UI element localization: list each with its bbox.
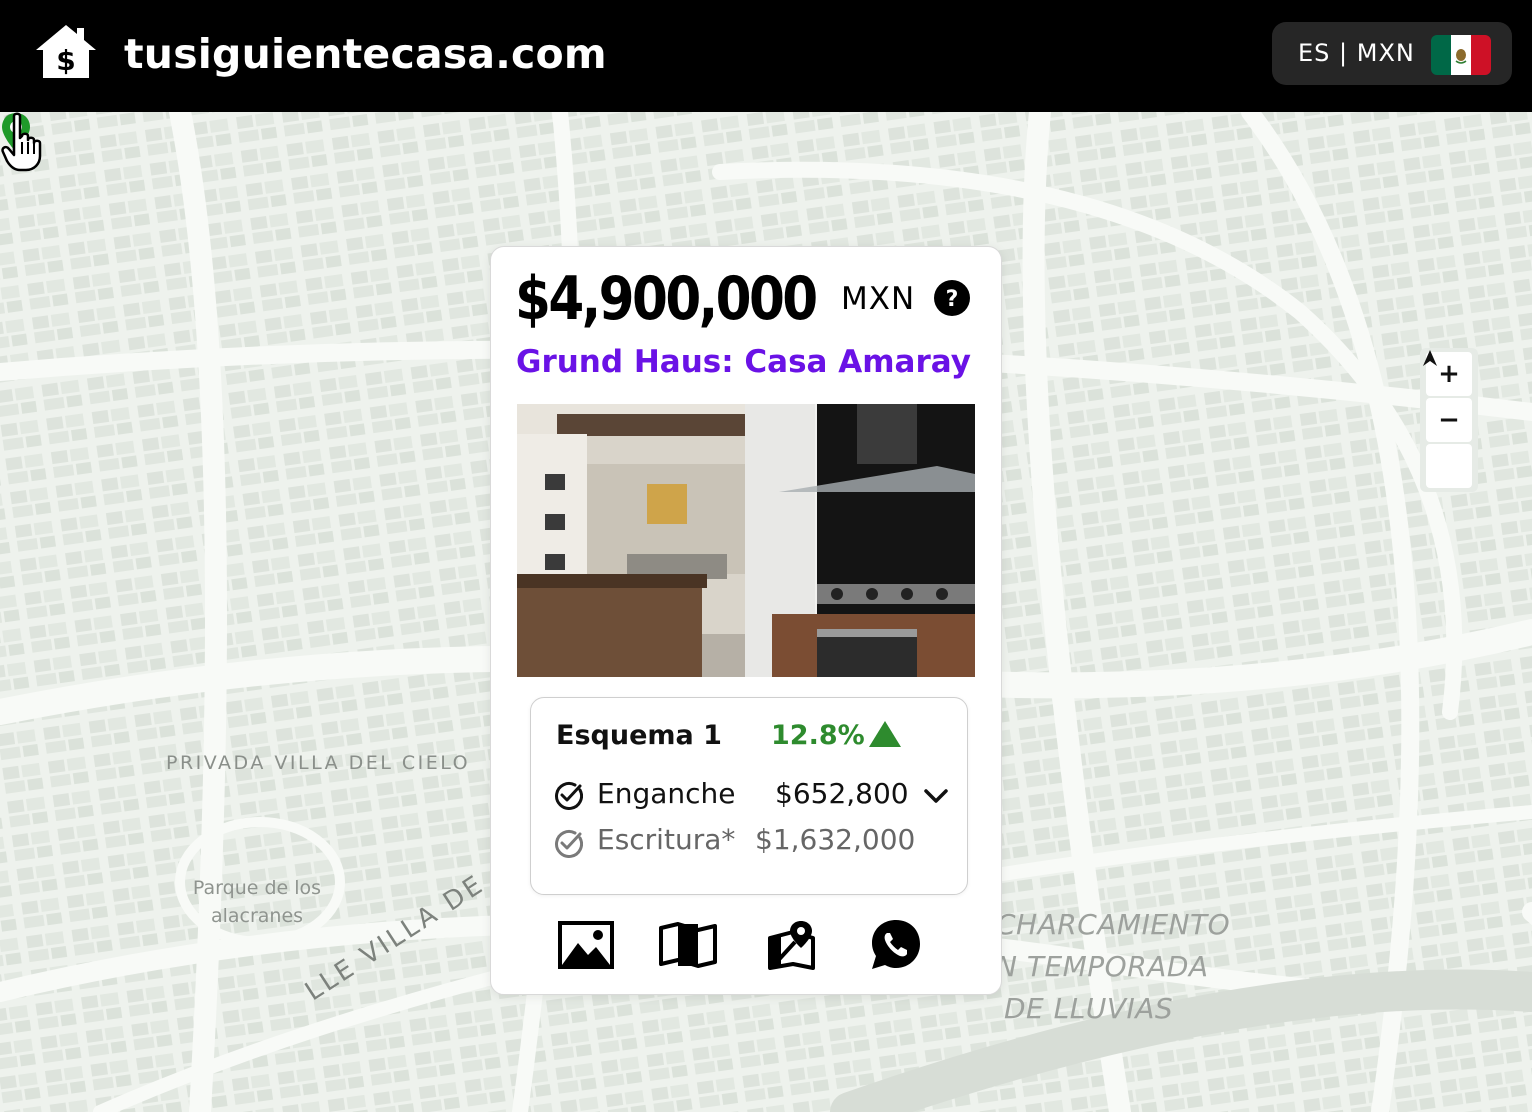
event-label: CHARCAMIENTO N TEMPORADA DE LLUVIAS (996, 908, 1231, 1025)
zoom-out-button[interactable]: − (1426, 398, 1472, 442)
mexico-flag-icon (1431, 35, 1491, 75)
location-button[interactable] (763, 917, 821, 973)
property-card[interactable]: $4,900,000 MXN ? Grund Haus: Casa Amaray (490, 246, 1002, 995)
house-dollar-icon[interactable]: $ (34, 22, 98, 80)
hand-cursor-icon (1, 112, 42, 172)
map-button[interactable] (659, 917, 717, 973)
chevron-down-icon[interactable] (921, 784, 951, 808)
locale-label: ES | MXN (1298, 39, 1415, 67)
escritura-value: $1,632,000 (755, 823, 916, 856)
compass-button[interactable] (1423, 350, 1472, 488)
whatsapp-button[interactable] (867, 917, 925, 973)
check-circle-icon (555, 781, 583, 810)
triangle-up-icon (869, 721, 901, 747)
card-actions (557, 917, 937, 973)
zoom-controls: + − (1420, 348, 1478, 492)
help-icon[interactable]: ? (933, 279, 971, 317)
site-name[interactable]: tusiguientecasa.com (124, 24, 607, 84)
escritura-label: Escritura* (597, 823, 736, 856)
map-icon (659, 922, 717, 968)
currency-label: MXN (841, 281, 916, 317)
property-price: $4,900,000 (515, 264, 818, 334)
enganche-label: Enganche (597, 777, 736, 810)
gallery-icon (558, 921, 614, 969)
check-circle-icon (555, 829, 583, 858)
svg-text:?: ? (946, 287, 959, 312)
property-photo[interactable] (517, 404, 975, 677)
svg-text:$: $ (56, 44, 75, 77)
enganche-value: $652,800 (775, 777, 909, 810)
park-label: Parque de los alacranes (192, 877, 322, 927)
scheme-name: Esquema 1 (556, 720, 722, 751)
scheme-rate: 12.8% (771, 720, 865, 751)
compass-arrow-icon (1423, 350, 1437, 366)
gallery-button[interactable] (557, 917, 615, 973)
top-bar: $ tusiguientecasa.com ES | MXN (0, 0, 1532, 112)
street-label: PRIVADA VILLA DEL CIELO (166, 752, 471, 774)
property-title[interactable]: Grund Haus: Casa Amaray (516, 339, 971, 385)
payment-scheme-panel: Esquema 1 12.8% Enganche $652,800 Escrit… (530, 697, 968, 895)
locale-currency-button[interactable]: ES | MXN (1272, 22, 1512, 85)
whatsapp-icon (872, 920, 920, 969)
location-icon (768, 921, 815, 970)
